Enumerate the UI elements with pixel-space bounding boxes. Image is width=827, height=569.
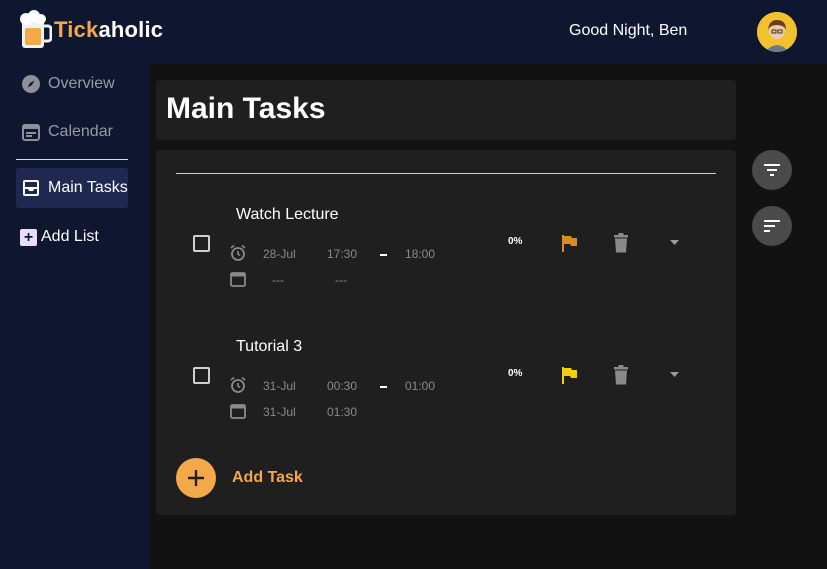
sidebar-item-label: Main Tasks	[48, 179, 128, 196]
app-logo[interactable]: Tickaholic	[18, 8, 163, 52]
sort-icon	[764, 220, 780, 232]
filter-button[interactable]	[752, 150, 792, 190]
time-range-dash	[380, 254, 387, 256]
end-time: 18:00	[405, 247, 436, 261]
compass-icon	[21, 74, 41, 94]
start-date: 28-Jul	[263, 247, 296, 261]
task-row: Watch Lecture 28-Jul 17:30 18:00 --- ---…	[156, 205, 736, 295]
task-row: Tutorial 3 31-Jul 00:30 01:00 31-Jul 01:…	[156, 337, 736, 427]
sidebar-item-label: Overview	[48, 75, 115, 92]
add-task-label[interactable]: Add Task	[232, 469, 303, 487]
filter-icon	[764, 164, 780, 176]
plus-icon	[188, 470, 204, 486]
sidebar: Overview Calendar Main Tasks + Add List	[0, 64, 150, 569]
start-date: 31-Jul	[263, 379, 296, 393]
beer-mug-icon	[20, 10, 52, 48]
chevron-down-icon[interactable]	[670, 372, 679, 377]
progress-percent: 0%	[508, 236, 523, 247]
calendar-icon	[230, 272, 246, 287]
progress-percent: 0%	[508, 368, 523, 379]
greeting-text: Good Night, Ben	[569, 22, 688, 39]
priority-flag-icon[interactable]	[560, 366, 578, 384]
task-panel: Watch Lecture 28-Jul 17:30 18:00 --- ---…	[156, 150, 736, 515]
due-date: 31-Jul	[263, 405, 296, 419]
plus-square-icon: +	[20, 228, 37, 246]
task-checkbox[interactable]	[193, 235, 210, 252]
sidebar-divider	[16, 159, 128, 160]
calendar-icon	[230, 404, 246, 419]
task-checkbox[interactable]	[193, 367, 210, 384]
end-time: 01:00	[405, 379, 436, 393]
avatar[interactable]	[757, 12, 797, 52]
alarm-clock-icon	[230, 244, 246, 261]
sort-button[interactable]	[752, 206, 792, 246]
time-range-dash	[380, 386, 387, 388]
task-title: Watch Lecture	[236, 206, 339, 223]
trash-icon[interactable]	[613, 365, 629, 385]
start-time: 00:30	[327, 379, 358, 393]
add-list-label: Add List	[41, 228, 99, 245]
panel-divider	[176, 173, 716, 174]
top-bar: Tickaholic Good Night, Ben	[0, 0, 827, 64]
add-list-button[interactable]: + Add List	[20, 228, 99, 246]
sidebar-item-overview[interactable]: Overview	[16, 64, 128, 104]
sidebar-item-calendar[interactable]: Calendar	[16, 112, 128, 152]
priority-flag-icon[interactable]	[560, 234, 578, 252]
alarm-clock-icon	[230, 376, 246, 393]
page-header: Main Tasks	[156, 80, 736, 140]
due-date: ---	[272, 273, 284, 287]
chevron-down-icon[interactable]	[670, 240, 679, 245]
task-title: Tutorial 3	[236, 338, 303, 355]
calendar-icon	[21, 122, 41, 142]
inbox-icon	[21, 178, 41, 198]
page-title: Main Tasks	[166, 92, 326, 125]
due-time: 01:30	[327, 405, 358, 419]
user-avatar-icon	[757, 12, 797, 52]
due-time: ---	[335, 273, 347, 287]
sidebar-item-label: Calendar	[48, 123, 113, 140]
sidebar-item-main-tasks[interactable]: Main Tasks	[16, 168, 128, 208]
trash-icon[interactable]	[613, 233, 629, 253]
start-time: 17:30	[327, 247, 358, 261]
app-name: Tickaholic	[54, 17, 164, 42]
add-task-button[interactable]	[176, 458, 216, 498]
